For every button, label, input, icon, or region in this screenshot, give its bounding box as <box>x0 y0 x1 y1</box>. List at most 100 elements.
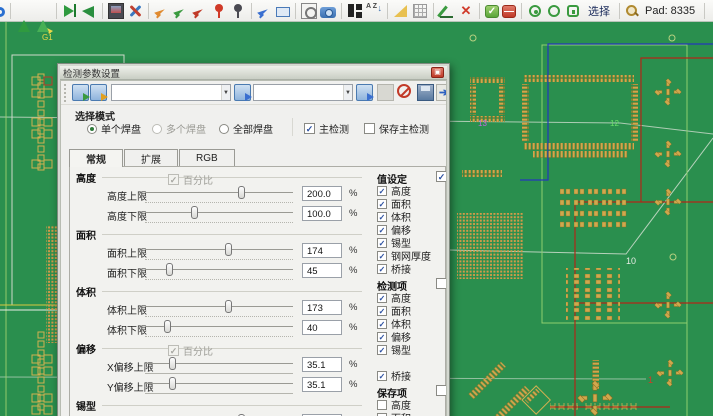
mode-checkbox-2[interactable]: 保存主检测 <box>364 121 429 136</box>
delete-red-icon[interactable]: ✕ <box>458 3 474 19</box>
tools-icon[interactable] <box>127 3 143 19</box>
squares-black-icon[interactable] <box>347 3 363 19</box>
chevron-down-icon[interactable]: ▼ <box>221 85 230 100</box>
flag-green-icon[interactable] <box>62 3 78 19</box>
slider-track[interactable] <box>145 383 293 384</box>
tab-extended[interactable]: 扩展 <box>124 149 178 166</box>
camera-icon[interactable] <box>320 7 336 18</box>
value-input[interactable]: 200.0 <box>302 186 342 201</box>
checkbox-item[interactable]: ✓锡型 <box>373 343 447 356</box>
dart-blue-icon[interactable] <box>257 3 273 19</box>
dart-green-icon[interactable] <box>173 3 189 19</box>
dialog-titlebar[interactable]: 检测参数设置 ▣ <box>60 66 447 80</box>
mode-checkbox-1[interactable]: ✓主检测 <box>304 121 349 136</box>
slider[interactable] <box>145 412 293 416</box>
checkbox-icon[interactable]: ✓ <box>377 371 387 381</box>
import-params-icon[interactable] <box>72 84 89 101</box>
dart-red-icon[interactable] <box>192 3 208 19</box>
magnifier-icon[interactable] <box>625 4 638 17</box>
value-input[interactable]: 45 <box>302 263 342 278</box>
dart-orange-icon[interactable] <box>154 3 170 19</box>
group-master-checkbox[interactable]: ✓ <box>436 171 447 182</box>
value-input[interactable]: 35.1 <box>302 357 342 372</box>
checkbox-icon[interactable]: ✓ <box>377 225 387 235</box>
value-input[interactable]: 40 <box>302 320 342 335</box>
value-input[interactable]: 100.0 <box>302 206 342 221</box>
checkbox-icon[interactable]: ✓ <box>377 238 387 248</box>
check-green-icon[interactable]: ✓ <box>485 5 499 18</box>
slider-track[interactable] <box>145 212 293 213</box>
param-template-combobox-2[interactable]: ▼ <box>253 84 353 101</box>
ruler-triangle-icon[interactable] <box>393 3 409 19</box>
save-icon[interactable] <box>417 84 434 101</box>
slider-thumb[interactable] <box>225 300 232 313</box>
circle-green-icon[interactable] <box>548 5 560 17</box>
apply-template-icon-1[interactable] <box>234 84 251 101</box>
checkbox-item[interactable]: ✓桥接 <box>373 262 447 275</box>
checkbox-icon[interactable]: ✓ <box>377 319 387 329</box>
square-dot-green-icon[interactable] <box>567 5 579 17</box>
export-params-icon[interactable] <box>90 84 107 101</box>
slider-track[interactable] <box>145 306 293 307</box>
checkbox-icon[interactable] <box>377 413 387 416</box>
checkbox-item[interactable]: ✓桥接 <box>373 369 447 382</box>
slider-thumb[interactable] <box>169 357 176 370</box>
edit-green-icon[interactable] <box>439 3 455 19</box>
checkbox-icon[interactable]: ✓ <box>377 264 387 274</box>
tab-general[interactable]: 常规 <box>69 149 123 167</box>
slider[interactable] <box>145 355 293 375</box>
checkbox-icon[interactable] <box>364 123 375 134</box>
sort-az-icon[interactable]: A Z <box>366 3 382 19</box>
block-icon[interactable] <box>397 84 411 98</box>
value-input[interactable]: 173 <box>302 300 342 315</box>
close-button[interactable]: ▣ <box>431 67 444 78</box>
checkbox-icon[interactable]: ✓ <box>304 123 315 134</box>
image-icon[interactable] <box>108 3 124 19</box>
value-input[interactable]: 35.1 <box>302 377 342 392</box>
horn-green-icon[interactable] <box>81 3 97 19</box>
slider[interactable] <box>145 318 293 338</box>
chevron-down-icon[interactable]: ▼ <box>343 85 352 100</box>
checkbox-item[interactable]: 面积 <box>373 411 447 416</box>
slider-track[interactable] <box>145 192 293 193</box>
slider[interactable] <box>145 261 293 281</box>
param-template-combobox-1[interactable]: ▼ <box>111 84 231 101</box>
group-master-checkbox[interactable] <box>436 385 447 396</box>
slider-thumb[interactable] <box>164 320 171 333</box>
slider-thumb[interactable] <box>225 243 232 256</box>
checkbox-icon[interactable]: ✓ <box>377 186 387 196</box>
slider[interactable] <box>145 204 293 224</box>
checkbox-icon[interactable]: ✓ <box>377 332 387 342</box>
mode-radio-1[interactable]: 单个焊盘 <box>87 121 141 136</box>
checkbox-icon[interactable]: ✓ <box>377 212 387 222</box>
apply-template-icon-2[interactable] <box>356 84 373 101</box>
slider-track[interactable] <box>145 249 293 250</box>
circle-blue-icon[interactable] <box>0 7 5 17</box>
grid-circle-icon[interactable] <box>301 3 317 19</box>
checkbox-icon[interactable]: ✓ <box>377 345 387 355</box>
slider[interactable] <box>145 184 293 204</box>
tab-rgb[interactable]: RGB <box>179 149 235 166</box>
pin-dark-icon[interactable] <box>230 3 246 19</box>
mode-radio-3[interactable]: 全部焊盘 <box>219 121 273 136</box>
grid-gray-icon[interactable] <box>413 4 427 18</box>
slider-thumb[interactable] <box>166 263 173 276</box>
select-mode-button[interactable]: 选择 <box>584 3 614 19</box>
checkbox-icon[interactable]: ✓ <box>377 306 387 316</box>
slider[interactable] <box>145 298 293 318</box>
exit-dialog-icon[interactable] <box>436 84 447 101</box>
poly-green-b-icon[interactable] <box>35 3 51 19</box>
slider[interactable] <box>145 241 293 261</box>
checkbox-icon[interactable]: ✓ <box>377 293 387 303</box>
checkbox-icon[interactable] <box>377 400 387 410</box>
radio-icon[interactable] <box>219 124 229 134</box>
pin-red-icon[interactable] <box>211 3 227 19</box>
checkbox-icon[interactable]: ✓ <box>377 251 387 261</box>
poly-green-a-icon[interactable] <box>16 3 32 19</box>
value-input[interactable]: 174 <box>302 243 342 258</box>
slider-thumb[interactable] <box>238 186 245 199</box>
rect-select-icon[interactable] <box>276 7 290 17</box>
slider-thumb[interactable] <box>169 377 176 390</box>
circle-dot-green-icon[interactable] <box>529 5 541 17</box>
slider[interactable] <box>145 375 293 395</box>
